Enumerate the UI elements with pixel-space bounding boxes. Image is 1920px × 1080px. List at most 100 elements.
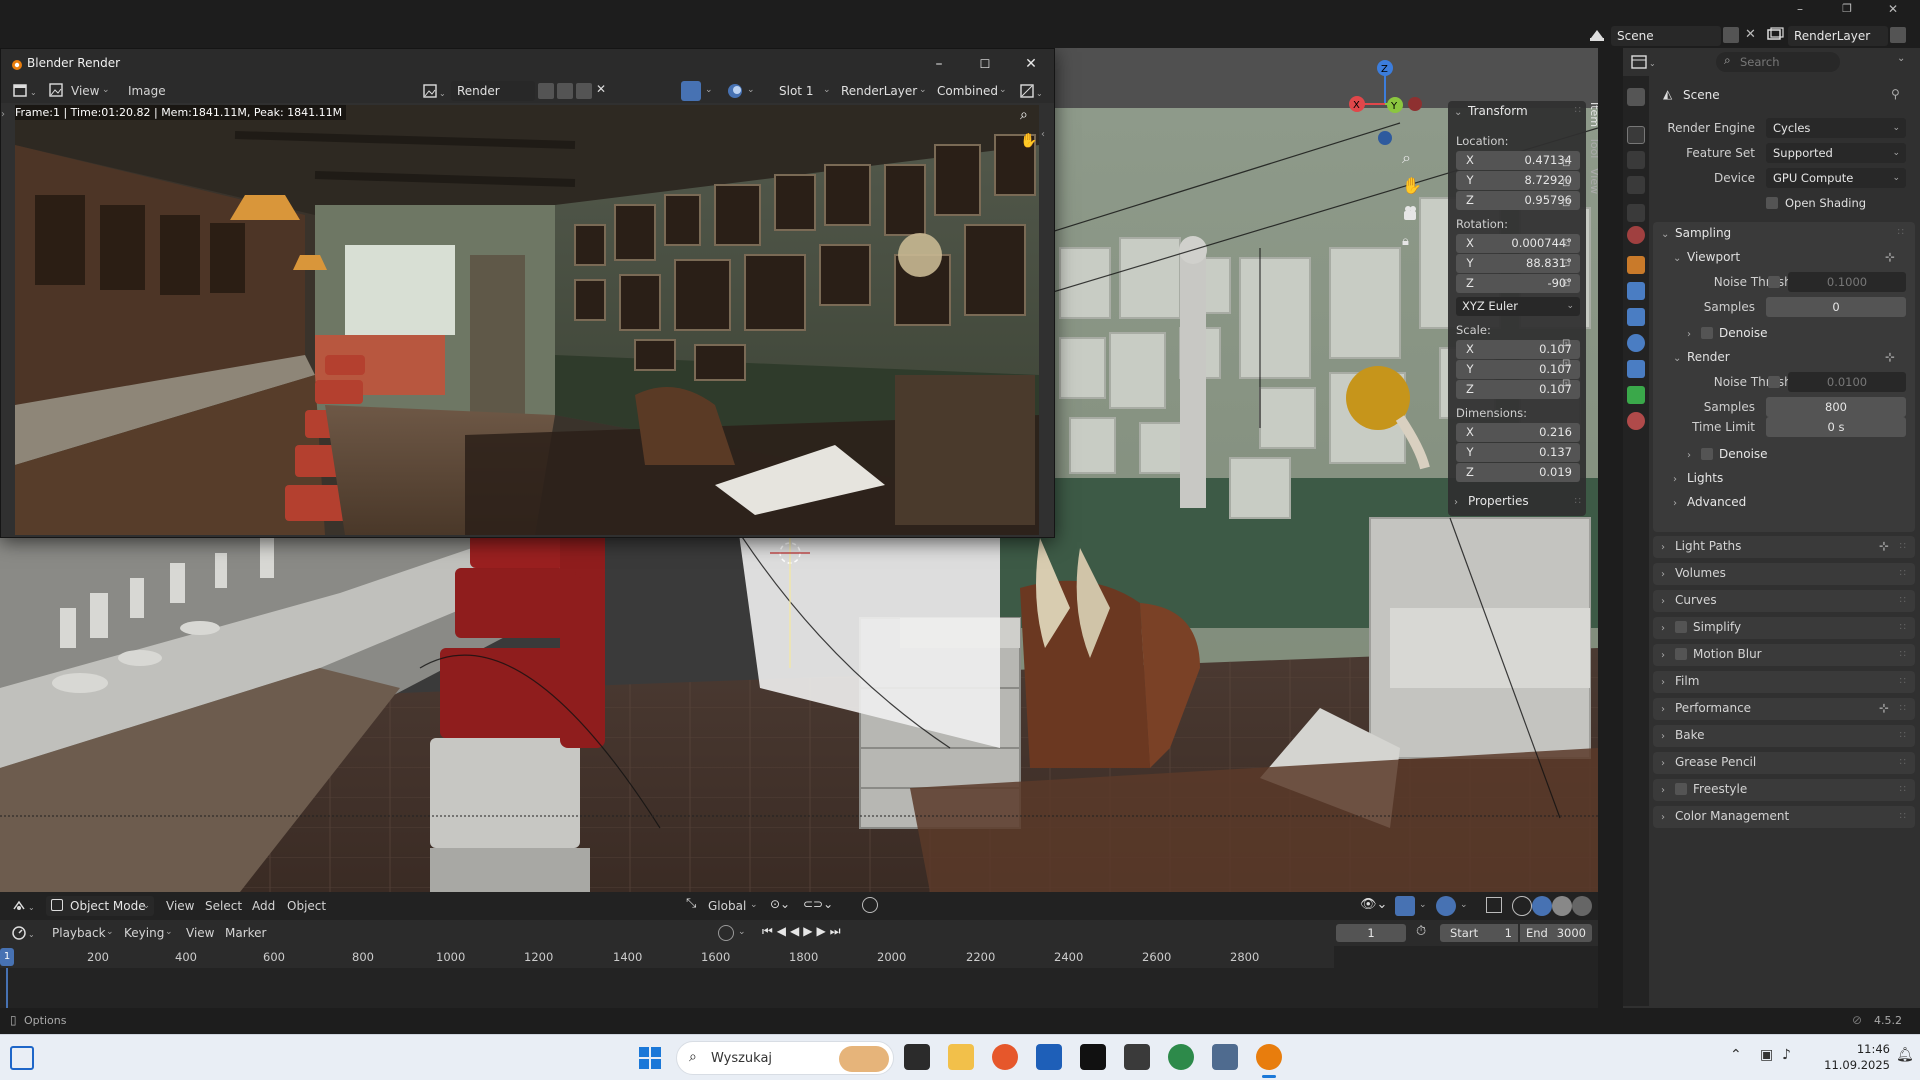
task-view-icon[interactable] bbox=[904, 1044, 930, 1070]
panel-performance[interactable]: › Performance ⊹ ∷ bbox=[1653, 698, 1915, 720]
timeline-menu-marker[interactable]: Marker bbox=[225, 923, 266, 943]
transform-orientation-icon[interactable]: ⤡ bbox=[686, 896, 706, 916]
firefox-icon[interactable] bbox=[992, 1044, 1018, 1070]
timeline-menu-keying[interactable]: Keying bbox=[124, 923, 164, 943]
panel-grease-pencil[interactable]: › Grease Pencil ∷ bbox=[1653, 752, 1915, 774]
world-tab-icon[interactable] bbox=[1627, 226, 1645, 244]
render-layer-selector[interactable]: RenderLayer bbox=[841, 81, 927, 101]
viewport-denoise-header[interactable]: › Denoise bbox=[1687, 322, 1913, 344]
timeline-menu-view[interactable]: View bbox=[186, 923, 214, 943]
render-maximize-icon[interactable]: ☐ bbox=[962, 49, 1008, 79]
device-select[interactable]: GPU Compute ⌄ bbox=[1766, 168, 1906, 188]
calculator-icon[interactable] bbox=[1212, 1044, 1238, 1070]
dimension-z-field[interactable]: Z 0.019 bbox=[1456, 463, 1580, 482]
viewport-noise-field[interactable]: 0.1000 bbox=[1788, 272, 1906, 292]
viewport-menu-add[interactable]: Add bbox=[252, 896, 275, 916]
panel-curves[interactable]: › Curves ∷ bbox=[1653, 590, 1915, 612]
render-pass-selector[interactable]: Combined bbox=[937, 81, 1007, 101]
render-subpanel-header[interactable]: ⌄ Render ⊹ bbox=[1673, 346, 1913, 368]
panel-volumes[interactable]: › Volumes ∷ bbox=[1653, 563, 1915, 585]
restore-icon[interactable]: ❐ bbox=[1832, 0, 1862, 20]
visibility-icon[interactable]: 👁︎⌄ bbox=[1360, 897, 1388, 915]
end-frame-field[interactable]: End 3000 bbox=[1520, 924, 1592, 942]
widgets-icon[interactable] bbox=[10, 1046, 34, 1070]
properties-drag-icon[interactable]: ∷ bbox=[1575, 496, 1581, 507]
pin-icon[interactable]: ⚲ bbox=[1891, 87, 1900, 101]
image-icon[interactable] bbox=[49, 81, 67, 101]
tab-view[interactable]: View bbox=[1588, 168, 1598, 194]
snapping-icon[interactable]: ⊂⊃⌄ bbox=[803, 897, 855, 915]
new-view-layer-button[interactable] bbox=[1890, 27, 1906, 43]
render-menu-view[interactable]: View bbox=[71, 81, 99, 101]
current-frame-field[interactable]: 1 bbox=[1336, 924, 1406, 942]
light-paths-presets-icon[interactable]: ⊹ bbox=[1879, 539, 1889, 553]
navigation-gizmo[interactable]: Z X Y bbox=[1345, 56, 1425, 156]
sampling-drag-icon[interactable]: ∷ bbox=[1898, 222, 1904, 244]
render-denoise-checkbox[interactable] bbox=[1701, 448, 1713, 460]
advanced-subpanel-header[interactable]: › Advanced bbox=[1673, 491, 1913, 513]
timeline-ruler[interactable]: 200 400 600 800 1000 1200 1400 1600 1800… bbox=[0, 946, 1334, 968]
volume-icon[interactable]: ♪ bbox=[1782, 1047, 1791, 1063]
tab-tool[interactable]: Tool bbox=[1588, 137, 1598, 158]
viewport-noise-checkbox[interactable] bbox=[1768, 270, 1786, 294]
viewport-menu-select[interactable]: Select bbox=[205, 896, 242, 916]
properties-search[interactable]: ⌕ Search bbox=[1716, 52, 1840, 72]
tab-item[interactable]: Item bbox=[1588, 102, 1598, 127]
minimize-icon[interactable]: – bbox=[1785, 0, 1815, 20]
editor-type-icon[interactable]: ⌄ bbox=[11, 81, 39, 101]
osl-checkbox[interactable] bbox=[1766, 191, 1784, 215]
transform-lock-icons[interactable]: ⊡ ⊡ ⊡ ⊡ ⊡ ⊡ ⊡ ⊡ ⊡ bbox=[1562, 154, 1576, 454]
render-zoom-icon[interactable]: ⌕ bbox=[1020, 107, 1038, 125]
proportional-edit-icon[interactable] bbox=[862, 897, 878, 913]
start-icon[interactable] bbox=[638, 1046, 662, 1070]
viewport-menu-view[interactable]: View bbox=[166, 896, 194, 916]
shading-solid-icon[interactable] bbox=[1532, 896, 1552, 916]
duplicate-image-icon[interactable] bbox=[557, 83, 573, 99]
panel-light-paths[interactable]: › Light Paths ⊹ ∷ bbox=[1653, 536, 1915, 558]
tray-chevron-icon[interactable]: ⌃ bbox=[1730, 1047, 1742, 1063]
drag-handle-icon[interactable]: ∷ bbox=[1575, 105, 1581, 116]
viewport-denoise-checkbox[interactable] bbox=[1701, 327, 1713, 339]
start-frame-field[interactable]: Start 1 bbox=[1440, 924, 1518, 942]
render-window-titlebar[interactable]: Blender Render – ☐ ✕ bbox=[1, 49, 1054, 79]
render-window[interactable]: Blender Render – ☐ ✕ ⌄ View ⌄ Image ⌄ Re… bbox=[0, 48, 1055, 538]
sample-tool-icon[interactable] bbox=[681, 81, 701, 101]
shading-rendered-icon[interactable] bbox=[1572, 896, 1592, 916]
file-explorer-icon[interactable] bbox=[948, 1044, 974, 1070]
preview-range-icon[interactable]: ⏱︎ bbox=[1416, 924, 1434, 942]
taskbar-search[interactable]: ⌕ Wyszukaj bbox=[676, 1041, 894, 1075]
panel-motion-blur[interactable]: › Motion Blur ∷ bbox=[1653, 644, 1915, 666]
motion-blur-checkbox[interactable] bbox=[1675, 648, 1687, 660]
camera-view-icon[interactable] bbox=[1402, 205, 1426, 229]
panel-simplify[interactable]: › Simplify ∷ bbox=[1653, 617, 1915, 639]
fake-user-shield-icon[interactable] bbox=[538, 83, 554, 99]
properties-editor-type-icon[interactable]: ⌄ bbox=[1629, 52, 1659, 72]
view-layer-selector[interactable]: RenderLayer bbox=[1788, 26, 1888, 46]
open-image-folder-icon[interactable] bbox=[576, 83, 592, 99]
panel-color-management[interactable]: › Color Management ∷ bbox=[1653, 806, 1915, 828]
transform-header[interactable]: ⌄ Transform bbox=[1454, 104, 1528, 118]
network-icon[interactable]: ▣ bbox=[1760, 1047, 1773, 1063]
close-icon[interactable]: ✕ bbox=[1878, 0, 1908, 20]
3d-viewport[interactable]: Z X Y ⌕ ✋ 🔒︎ Blender Render – ☐ ✕ ⌄ View… bbox=[0, 48, 1598, 892]
timeline-editor-type-icon[interactable]: ⌄ bbox=[10, 924, 38, 942]
display-channels-icon[interactable]: ⌄ bbox=[1018, 81, 1046, 101]
render-engine-select[interactable]: Cycles ⌄ bbox=[1766, 118, 1906, 138]
sampling-header[interactable]: ⌄ Sampling ∷ bbox=[1661, 222, 1913, 244]
pivot-point-icon[interactable]: ⊙⌄ bbox=[770, 897, 800, 915]
overlay-toggle-icon[interactable] bbox=[725, 81, 745, 101]
properties-options-chevron-icon[interactable]: ⌄ bbox=[1897, 53, 1905, 64]
playback-controls[interactable]: ⏮◀◀▶▶⏭ bbox=[762, 924, 882, 942]
render-menu-image[interactable]: Image bbox=[128, 81, 166, 101]
new-scene-button[interactable] bbox=[1723, 27, 1739, 43]
playhead-marker[interactable]: 1 bbox=[0, 948, 14, 966]
shading-wireframe-icon[interactable] bbox=[1512, 896, 1532, 916]
scene-selector[interactable]: Scene bbox=[1611, 26, 1721, 46]
render-close-icon[interactable]: ✕ bbox=[1008, 49, 1054, 79]
shading-material-icon[interactable] bbox=[1552, 896, 1572, 916]
panel-bake[interactable]: › Bake ∷ bbox=[1653, 725, 1915, 747]
panel-freestyle[interactable]: › Freestyle ∷ bbox=[1653, 779, 1915, 801]
object-mode-select[interactable]: Object Mode ⌄ bbox=[46, 896, 154, 916]
render-samples-field[interactable]: 800 bbox=[1766, 397, 1906, 417]
gizmo-toggle-icon[interactable] bbox=[1395, 896, 1415, 916]
